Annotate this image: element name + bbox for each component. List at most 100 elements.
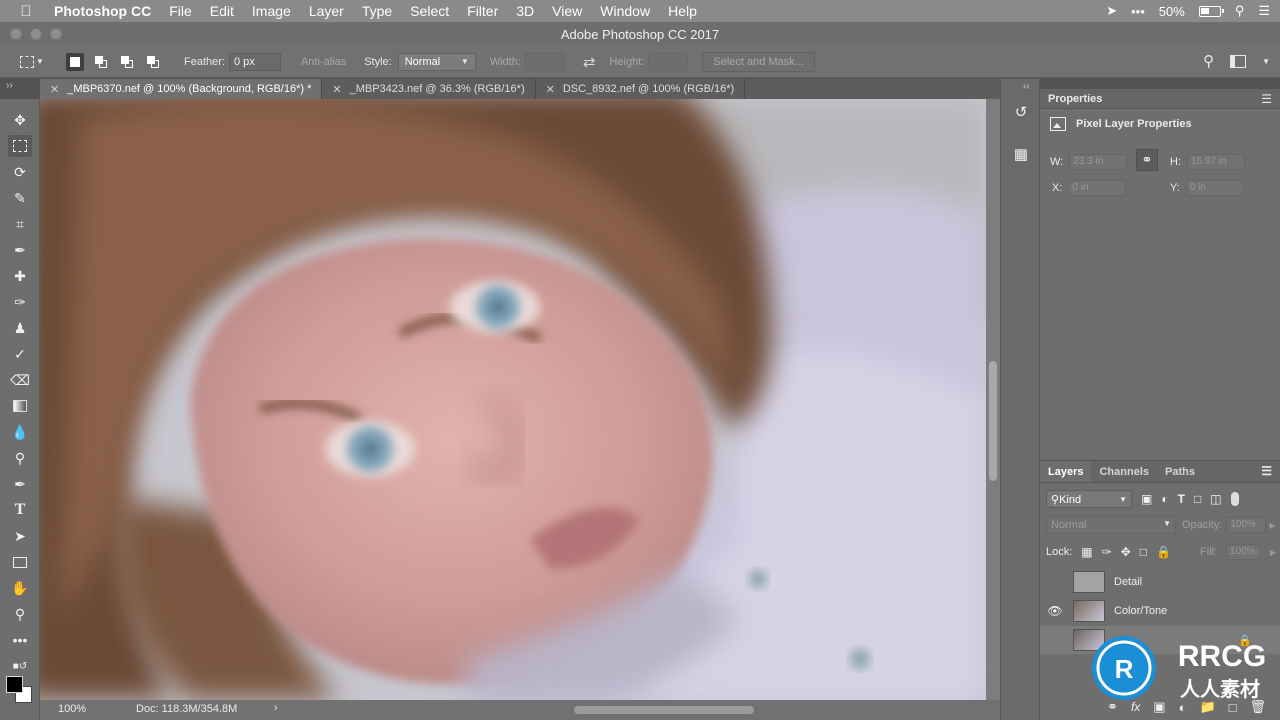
- link-dimensions-icon[interactable]: ⚭: [1136, 149, 1158, 171]
- notification-list-icon[interactable]: ☰: [1258, 3, 1270, 19]
- y-field[interactable]: Y: 0 in: [1170, 180, 1244, 196]
- healing-brush-tool-icon[interactable]: ✚: [8, 265, 32, 287]
- subtract-from-selection-button[interactable]: [118, 53, 136, 71]
- x-value[interactable]: 0 in: [1068, 180, 1127, 196]
- doc-tab[interactable]: ✕ DSC_8932.nef @ 100% (RGB/16*): [536, 79, 746, 99]
- document-canvas[interactable]: [40, 99, 986, 700]
- horizontal-scrollbar[interactable]: [574, 706, 754, 714]
- lasso-tool-icon[interactable]: ⟳: [8, 161, 32, 183]
- tab-layers[interactable]: Layers: [1040, 461, 1092, 482]
- history-panel-icon[interactable]: ↺: [1011, 103, 1031, 125]
- swap-colors-icon[interactable]: ■↺: [8, 655, 32, 677]
- adjustments-panel-icon[interactable]: ▦: [1011, 145, 1031, 167]
- lock-artboard-icon[interactable]: □: [1140, 545, 1147, 559]
- anti-alias-checkbox[interactable]: Anti-alias: [301, 56, 346, 68]
- dodge-tool-icon[interactable]: ⚲: [8, 447, 32, 469]
- eye-icon[interactable]: 👁: [1040, 604, 1070, 618]
- apple-menu-icon[interactable]: : [0, 3, 52, 20]
- rectangle-tool-icon[interactable]: [8, 551, 32, 573]
- zoom-tool-icon[interactable]: ⚲: [8, 603, 32, 625]
- workspace-icon[interactable]: [1230, 54, 1247, 68]
- menu-view[interactable]: View: [543, 3, 591, 19]
- layer-row[interactable]: Detail: [1040, 568, 1280, 596]
- location-arrow-icon[interactable]: ➤: [1106, 3, 1117, 19]
- clone-stamp-tool-icon[interactable]: ♟: [8, 317, 32, 339]
- link-layers-icon[interactable]: ⚭: [1107, 699, 1118, 715]
- filter-smart-object-icon[interactable]: ◫: [1210, 492, 1221, 506]
- doc-tab[interactable]: ✕ _MBP6370.nef @ 100% (Background, RGB/1…: [40, 79, 323, 99]
- filter-toggle[interactable]: [1230, 492, 1239, 506]
- layer-row[interactable]: 🔒: [1040, 626, 1280, 654]
- path-selection-tool-icon[interactable]: ➤: [8, 525, 32, 547]
- menu-layer[interactable]: Layer: [300, 3, 353, 19]
- opacity-input[interactable]: 100%: [1226, 517, 1267, 533]
- more-tools-icon[interactable]: •••: [8, 629, 32, 651]
- filter-shape-icon[interactable]: □: [1194, 492, 1201, 506]
- status-menu-arrow-icon[interactable]: ›: [274, 702, 278, 714]
- delete-layer-icon[interactable]: 🗑: [1249, 699, 1266, 715]
- move-tool-icon[interactable]: ✥: [8, 109, 32, 131]
- fill-input[interactable]: 100%: [1226, 544, 1261, 560]
- lock-all-icon[interactable]: 🔒: [1156, 545, 1171, 559]
- history-brush-tool-icon[interactable]: ✓: [8, 343, 32, 365]
- y-value[interactable]: 0 in: [1185, 180, 1244, 196]
- new-group-icon[interactable]: 📁: [1199, 699, 1215, 715]
- gradient-tool-icon[interactable]: [8, 395, 32, 417]
- menu-help[interactable]: Help: [659, 3, 706, 19]
- menu-select[interactable]: Select: [401, 3, 458, 19]
- filter-adjustment-icon[interactable]: ◐: [1161, 492, 1168, 506]
- lock-image-icon[interactable]: ✑: [1102, 545, 1112, 559]
- adjustment-layer-icon[interactable]: ◐: [1179, 700, 1187, 715]
- new-selection-button[interactable]: [66, 52, 84, 71]
- filter-kind-select[interactable]: ⚲Kind ▼: [1046, 490, 1132, 508]
- doc-tab[interactable]: ✕ _MBP3423.nef @ 36.3% (RGB/16*): [322, 79, 536, 99]
- swap-width-height-icon[interactable]: ⇄: [583, 53, 596, 71]
- type-tool-icon[interactable]: T: [8, 499, 32, 521]
- crop-tool-icon[interactable]: ⌗: [8, 213, 32, 235]
- layer-style-icon[interactable]: fx: [1131, 700, 1140, 714]
- menu-window[interactable]: Window: [591, 3, 659, 19]
- chevron-right-icon[interactable]: ▶: [1270, 548, 1276, 557]
- tab-paths[interactable]: Paths: [1157, 461, 1203, 482]
- tool-preset-picker[interactable]: ▼: [20, 52, 50, 72]
- x-field[interactable]: X: 0 in: [1052, 180, 1127, 196]
- height-field[interactable]: H: 15.97 in: [1170, 154, 1245, 170]
- chevron-right-icon[interactable]: ▶: [1269, 521, 1275, 530]
- width-input[interactable]: [524, 52, 565, 71]
- zoom-level[interactable]: 100%: [58, 703, 86, 715]
- battery-icon[interactable]: [1198, 5, 1224, 17]
- blend-mode-select[interactable]: Normal ▼: [1046, 516, 1176, 534]
- filter-type-icon[interactable]: T: [1178, 492, 1185, 506]
- close-tab-icon[interactable]: ✕: [50, 83, 59, 96]
- quick-selection-tool-icon[interactable]: ✎: [8, 187, 32, 209]
- close-tab-icon[interactable]: ✕: [546, 83, 555, 96]
- chevron-down-icon[interactable]: ▼: [1262, 57, 1270, 66]
- lock-transparent-icon[interactable]: ▦: [1081, 545, 1092, 559]
- new-layer-icon[interactable]: □: [1229, 700, 1237, 715]
- height-value[interactable]: 15.97 in: [1187, 154, 1245, 170]
- menu-app-name[interactable]: Photoshop CC: [52, 3, 160, 19]
- spotlight-search-icon[interactable]: ⚲: [1235, 3, 1245, 19]
- select-and-mask-button[interactable]: Select and Mask...: [702, 51, 815, 72]
- brush-tool-icon[interactable]: ✑: [8, 291, 32, 313]
- menu-image[interactable]: Image: [243, 3, 300, 19]
- width-value[interactable]: 23.3 in: [1069, 154, 1128, 170]
- add-to-selection-button[interactable]: [92, 53, 110, 71]
- feather-input[interactable]: 0 px: [228, 52, 281, 71]
- panel-menu-icon[interactable]: ☰: [1261, 92, 1272, 106]
- marquee-tool-icon[interactable]: [8, 135, 32, 157]
- vertical-scrollbar[interactable]: [986, 99, 1000, 700]
- more-dots-icon[interactable]: •••: [1131, 4, 1145, 19]
- filter-pixel-icon[interactable]: ▣: [1141, 492, 1152, 506]
- close-tab-icon[interactable]: ✕: [332, 83, 341, 96]
- height-input[interactable]: [648, 52, 689, 71]
- blur-tool-icon[interactable]: 💧: [8, 421, 32, 443]
- search-icon[interactable]: ⚲: [1203, 52, 1214, 70]
- tab-channels[interactable]: Channels: [1091, 461, 1157, 482]
- width-field[interactable]: W: 23.3 in: [1050, 154, 1128, 170]
- intersect-selection-button[interactable]: [144, 53, 162, 71]
- collapse-dock-icon[interactable]: ‹‹: [1023, 81, 1030, 92]
- eraser-tool-icon[interactable]: ⌫: [8, 369, 32, 391]
- hand-tool-icon[interactable]: ✋: [8, 577, 32, 599]
- collapse-toolbar-icon[interactable]: ››: [6, 80, 13, 91]
